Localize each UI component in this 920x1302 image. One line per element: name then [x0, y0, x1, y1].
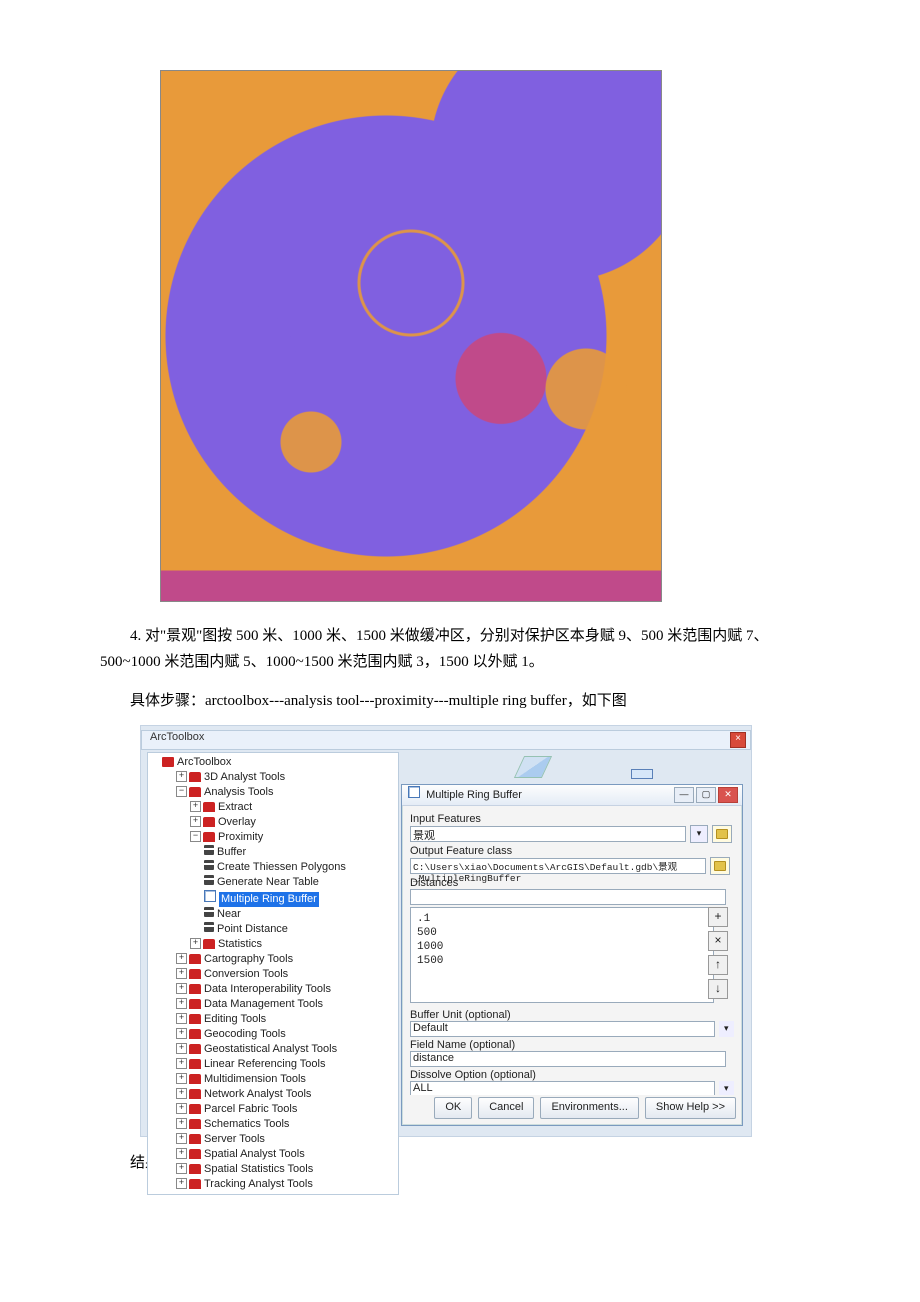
- tree-item[interactable]: +Server Tools: [176, 1132, 398, 1147]
- tree-item[interactable]: +Editing Tools: [176, 1012, 398, 1027]
- tree-item[interactable]: +Network Analyst Tools: [176, 1087, 398, 1102]
- add-button[interactable]: +: [708, 907, 728, 927]
- hammer-icon: [204, 907, 214, 917]
- arctoolbox-titlebar: ArcToolbox ×: [141, 730, 751, 750]
- tree-item[interactable]: +Tracking Analyst Tools: [176, 1177, 398, 1192]
- tree-root[interactable]: ArcToolbox +3D Analyst Tools −Analysis T…: [162, 755, 398, 1192]
- show-help-button[interactable]: Show Help >>: [645, 1097, 736, 1119]
- minimize-icon[interactable]: —: [674, 787, 694, 803]
- document-page: 4. 对"景观"图按 500 米、1000 米、1500 米做缓冲区，分别对保护…: [0, 0, 920, 1236]
- buffer-unit-label: Buffer Unit (optional): [410, 1009, 734, 1021]
- tree-item[interactable]: +Geostatistical Analyst Tools: [176, 1042, 398, 1057]
- list-item[interactable]: 1000: [417, 940, 707, 954]
- tree-item[interactable]: +Data Management Tools: [176, 997, 398, 1012]
- remove-button[interactable]: ×: [708, 931, 728, 951]
- tree-tool-thiessen[interactable]: Create Thiessen Polygons: [204, 860, 398, 875]
- folder-icon: [716, 829, 728, 839]
- browse-button[interactable]: [710, 857, 730, 875]
- tree-item[interactable]: +Multidimension Tools: [176, 1072, 398, 1087]
- hammer-icon: [204, 922, 214, 932]
- tree-tool-multiple-ring-buffer[interactable]: Multiple Ring Buffer: [204, 890, 398, 907]
- dialog-titlebar: Multiple Ring Buffer — ▢ ✕: [402, 785, 742, 806]
- hammer-icon: [204, 860, 214, 870]
- tree-item-proximity[interactable]: −Proximity Buffer Create Thiessen Polygo…: [190, 830, 398, 937]
- folder-icon: [714, 861, 726, 871]
- tree-item[interactable]: +Parcel Fabric Tools: [176, 1102, 398, 1117]
- tree-tool-buffer[interactable]: Buffer: [204, 845, 398, 860]
- tree-item[interactable]: +Data Interoperability Tools: [176, 982, 398, 997]
- dropdown-icon[interactable]: ▾: [690, 825, 708, 843]
- field-name-label: Field Name (optional): [410, 1039, 734, 1051]
- hammer-icon: [204, 845, 214, 855]
- dissolve-option-label: Dissolve Option (optional): [410, 1069, 734, 1081]
- paragraph-step-4: 4. 对"景观"图按 500 米、1000 米、1500 米做缓冲区，分别对保护…: [100, 624, 820, 675]
- list-item[interactable]: .1: [417, 912, 707, 926]
- dialog-button-row: OK Cancel Environments... Show Help >>: [434, 1097, 736, 1119]
- maximize-icon[interactable]: ▢: [696, 787, 716, 803]
- distance-entry-field[interactable]: [410, 889, 726, 905]
- multiple-ring-buffer-dialog: Multiple Ring Buffer — ▢ ✕ Input Feature…: [401, 784, 743, 1126]
- dialog-title: Multiple Ring Buffer: [426, 789, 522, 801]
- move-down-button[interactable]: ↓: [708, 979, 728, 999]
- script-icon: [204, 890, 216, 902]
- tree-item-statistics[interactable]: +Statistics: [190, 937, 398, 952]
- tree-item[interactable]: +Spatial Analyst Tools: [176, 1147, 398, 1162]
- tree-item-extract[interactable]: +Extract: [190, 800, 398, 815]
- dissolve-option-combo[interactable]: ALL: [410, 1081, 715, 1095]
- dropdown-icon[interactable]: ▾: [719, 1021, 734, 1037]
- gis-classified-raster-map: [160, 70, 662, 602]
- tree-item-analysis-tools[interactable]: −Analysis Tools +Extract +Overlay −Proxi…: [176, 785, 398, 952]
- hammer-icon: [204, 875, 214, 885]
- decorative-rect: [631, 769, 653, 779]
- tree-item[interactable]: +Conversion Tools: [176, 967, 398, 982]
- output-feature-label: Output Feature class: [410, 845, 734, 857]
- arctoolbox-title: ArcToolbox: [150, 731, 204, 743]
- list-item[interactable]: 1500: [417, 954, 707, 968]
- tree-tool-near[interactable]: Near: [204, 907, 398, 922]
- decorative-shape: [514, 756, 552, 778]
- script-icon: [408, 786, 420, 798]
- cancel-button[interactable]: Cancel: [478, 1097, 534, 1119]
- input-features-label: Input Features: [410, 813, 734, 825]
- arctoolbox-tree[interactable]: ArcToolbox +3D Analyst Tools −Analysis T…: [147, 752, 399, 1195]
- output-feature-field[interactable]: C:\Users\xiao\Documents\ArcGIS\Default.g…: [410, 858, 706, 874]
- tree-tool-point-distance[interactable]: Point Distance: [204, 922, 398, 937]
- tree-tool-near-table[interactable]: Generate Near Table: [204, 875, 398, 890]
- tree-item-3d-analyst[interactable]: +3D Analyst Tools: [176, 770, 398, 785]
- move-up-button[interactable]: ↑: [708, 955, 728, 975]
- arcgis-screenshot: ArcToolbox × ArcToolbox +3D Analyst Tool…: [140, 725, 752, 1137]
- browse-button[interactable]: [712, 825, 732, 843]
- tree-item[interactable]: +Cartography Tools: [176, 952, 398, 967]
- dialog-body: Input Features 景观 ▾ Output Feature class…: [410, 811, 734, 1095]
- tree-item[interactable]: +Schematics Tools: [176, 1117, 398, 1132]
- tree-item[interactable]: +Geocoding Tools: [176, 1027, 398, 1042]
- tree-item-overlay[interactable]: +Overlay: [190, 815, 398, 830]
- list-item[interactable]: 500: [417, 926, 707, 940]
- close-icon[interactable]: ×: [730, 732, 746, 748]
- input-features-field[interactable]: 景观: [410, 826, 686, 842]
- field-name-input[interactable]: distance: [410, 1051, 726, 1067]
- tree-item[interactable]: +Spatial Statistics Tools: [176, 1162, 398, 1177]
- environments-button[interactable]: Environments...: [540, 1097, 638, 1119]
- close-icon[interactable]: ✕: [718, 787, 738, 803]
- tree-item[interactable]: +Linear Referencing Tools: [176, 1057, 398, 1072]
- paragraph-steps-detail: 具体步骤：arctoolbox---analysis tool---proxim…: [100, 689, 820, 715]
- distances-listbox[interactable]: .1 500 1000 1500: [410, 907, 714, 1003]
- buffer-unit-combo[interactable]: Default: [410, 1021, 715, 1037]
- dropdown-icon[interactable]: ▾: [719, 1081, 734, 1095]
- ok-button[interactable]: OK: [434, 1097, 472, 1119]
